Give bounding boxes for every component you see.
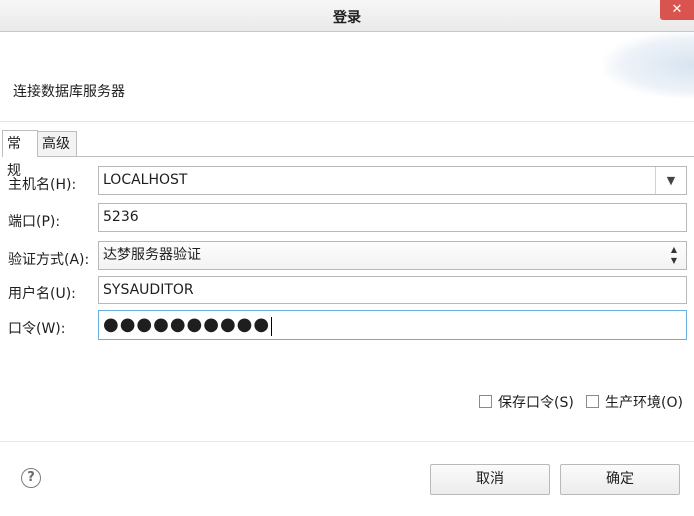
help-icon[interactable]: ?	[21, 468, 41, 488]
tab-general[interactable]: 常规	[2, 130, 38, 179]
title-bar: 登录 ✕	[0, 0, 694, 32]
header-message: 连接数据库服务器	[13, 84, 125, 100]
host-label: 主机名(H):	[8, 177, 77, 193]
port-label: 端口(P):	[8, 214, 61, 230]
port-value: 5236	[103, 209, 139, 225]
username-label: 用户名(U):	[8, 286, 76, 302]
save-password-label: 保存口令(S)	[498, 395, 574, 411]
save-password-checkbox[interactable]	[479, 395, 492, 408]
password-mask: ●●●●●●●●●●	[103, 314, 271, 335]
ok-button[interactable]: 确定	[560, 464, 680, 495]
text-caret	[271, 316, 273, 336]
production-env-option[interactable]: 生产环境(O)	[586, 392, 683, 412]
auth-label: 验证方式(A):	[8, 252, 90, 268]
port-input[interactable]: 5236	[98, 203, 687, 232]
username-value: SYSAUDITOR	[103, 282, 194, 298]
auth-value: 达梦服务器验证	[103, 247, 201, 263]
header-divider	[0, 121, 694, 122]
auth-select[interactable]: 达梦服务器验证 ▲ ▼	[98, 241, 687, 270]
host-dropdown-button[interactable]: ▼	[655, 167, 686, 194]
save-password-option[interactable]: 保存口令(S)	[479, 392, 574, 412]
close-icon: ✕	[671, 2, 683, 17]
chevron-down-icon: ▼	[666, 174, 676, 187]
arrow-up-icon: ▲	[670, 245, 678, 254]
footer-divider	[0, 441, 694, 442]
close-button[interactable]: ✕	[660, 0, 694, 20]
arrow-down-icon: ▼	[670, 256, 678, 265]
password-input[interactable]: ●●●●●●●●●●	[98, 310, 687, 340]
username-input[interactable]: SYSAUDITOR	[98, 276, 687, 304]
production-env-label: 生产环境(O)	[605, 395, 683, 411]
host-combobox[interactable]: LOCALHOST ▼	[98, 166, 687, 195]
header-decoration	[604, 32, 694, 98]
select-arrows-icon: ▲ ▼	[668, 244, 680, 266]
production-env-checkbox[interactable]	[586, 395, 599, 408]
dialog-header: 连接数据库服务器	[0, 32, 694, 122]
window-title: 登录	[333, 10, 361, 26]
cancel-button[interactable]: 取消	[430, 464, 550, 495]
host-value: LOCALHOST	[103, 172, 188, 188]
tab-bar-line	[38, 156, 694, 157]
tab-advanced[interactable]: 高级	[38, 131, 77, 156]
password-label: 口令(W):	[8, 321, 66, 337]
